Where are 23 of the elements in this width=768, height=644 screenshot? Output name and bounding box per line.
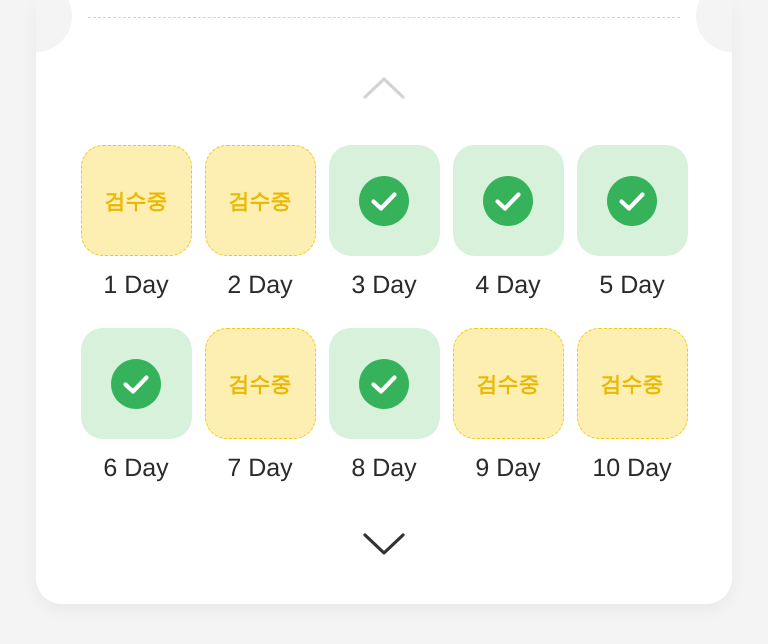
day-label: 1 Day [103,270,169,300]
check-circle-icon [359,176,409,226]
day-label: 3 Day [351,270,417,300]
review-status-tile: 검수중 [80,145,192,256]
day-label: 6 Day [103,453,169,483]
review-status-tile: 검수중 [576,328,688,439]
chevron-up-icon [363,77,405,99]
check-circle-icon [607,176,657,226]
day-label: 9 Day [475,453,541,483]
check-circle-icon [111,358,161,408]
day-label: 4 Day [475,270,541,300]
check-circle-icon [483,176,533,226]
review-status-tile: 검수중 [452,328,564,439]
scroll-down-button[interactable] [363,533,405,555]
day-label: 10 Day [592,453,672,483]
chevron-down-icon [363,533,405,555]
check-circle-icon [359,358,409,408]
review-status-tile: 검수중 [204,328,316,439]
day-label: 8 Day [351,453,417,483]
day-label: 7 Day [227,453,293,483]
day-label: 2 Day [227,270,293,300]
day-label: 5 Day [599,270,665,300]
review-status-tile: 검수중 [204,145,316,256]
